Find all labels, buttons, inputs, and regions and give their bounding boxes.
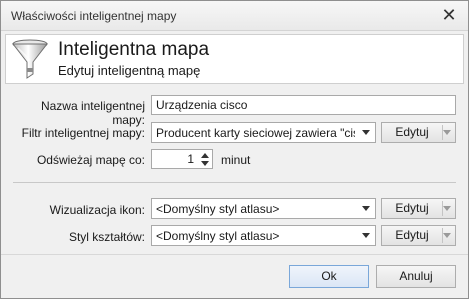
smart-map-properties-dialog: Właściwości inteligentnej mapy ✕ Intelig… bbox=[0, 0, 469, 299]
refresh-unit-label: minut bbox=[221, 153, 251, 167]
icons-edit-button[interactable]: Edytuj bbox=[381, 198, 456, 219]
filter-select-value: Producent karty sieciowej zawiera "cisco… bbox=[156, 126, 355, 140]
dialog-footer: Ok Anuluj bbox=[1, 254, 468, 298]
stepper-up-icon[interactable] bbox=[201, 153, 209, 158]
header-title: Inteligentna mapa bbox=[58, 39, 210, 60]
cancel-button[interactable]: Anuluj bbox=[376, 265, 456, 288]
ok-button[interactable]: Ok bbox=[289, 265, 369, 288]
filter-edit-button[interactable]: Edytuj bbox=[381, 122, 456, 143]
chevron-down-icon bbox=[362, 130, 370, 135]
refresh-label: Odświeżaj mapę co: bbox=[36, 153, 145, 167]
filter-label: Filtr inteligentnej mapy: bbox=[21, 126, 145, 140]
filter-select[interactable]: Producent karty sieciowej zawiera "cisco… bbox=[151, 122, 376, 143]
filter-edit-label: Edytuj bbox=[395, 125, 429, 139]
refresh-interval-stepper[interactable]: 1 bbox=[151, 149, 213, 169]
chevron-down-icon bbox=[362, 233, 370, 238]
title-bar: Właściwości inteligentnej mapy ✕ bbox=[1, 1, 468, 31]
icons-visualization-value: <Domyślny styl atlasu> bbox=[156, 202, 280, 216]
close-icon[interactable]: ✕ bbox=[438, 6, 460, 26]
icons-visualization-label: Wizualizacja ikon: bbox=[49, 203, 145, 217]
icons-visualization-select[interactable]: <Domyślny styl atlasu> bbox=[151, 198, 376, 219]
section-divider bbox=[13, 182, 456, 183]
name-input[interactable]: Urządzenia cisco bbox=[151, 95, 456, 115]
refresh-interval-value: 1 bbox=[187, 152, 194, 166]
name-label: Nazwa inteligentnej mapy: bbox=[40, 99, 145, 127]
shape-style-label: Styl kształtów: bbox=[68, 230, 145, 244]
header-subtitle: Edytuj inteligentną mapę bbox=[58, 63, 201, 78]
name-input-value: Urządzenia cisco bbox=[156, 98, 248, 112]
funnel-icon bbox=[11, 39, 49, 79]
stepper-down-icon[interactable] bbox=[201, 161, 209, 166]
icons-edit-label: Edytuj bbox=[395, 201, 429, 215]
shapes-edit-label: Edytuj bbox=[395, 228, 429, 242]
shape-style-value: <Domyślny styl atlasu> bbox=[156, 229, 280, 243]
dropdown-arrow-icon[interactable] bbox=[443, 130, 451, 135]
window-title: Właściwości inteligentnej mapy bbox=[11, 9, 177, 23]
dropdown-arrow-icon[interactable] bbox=[443, 233, 451, 238]
shapes-edit-button[interactable]: Edytuj bbox=[381, 225, 456, 246]
dropdown-arrow-icon[interactable] bbox=[443, 206, 451, 211]
dialog-header: Inteligentna mapa Edytuj inteligentną ma… bbox=[5, 34, 464, 84]
shape-style-select[interactable]: <Domyślny styl atlasu> bbox=[151, 225, 376, 246]
chevron-down-icon bbox=[362, 206, 370, 211]
